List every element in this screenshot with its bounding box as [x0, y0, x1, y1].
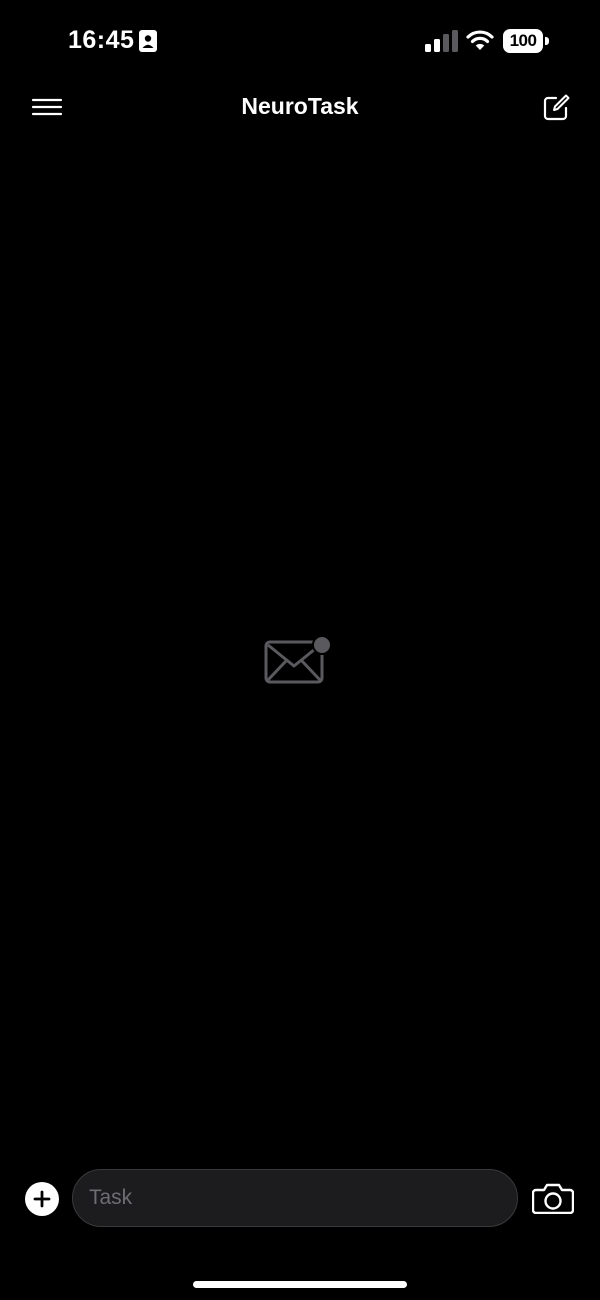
camera-button[interactable] — [531, 1180, 575, 1216]
battery-icon: 100 — [503, 29, 549, 53]
camera-icon — [532, 1183, 574, 1214]
status-bar: 16:45 100 — [0, 0, 600, 80]
plus-icon — [33, 1190, 51, 1208]
status-time: 16:45 — [68, 26, 135, 54]
add-button[interactable] — [25, 1182, 59, 1216]
compose-button[interactable] — [538, 90, 574, 126]
battery-cap — [545, 37, 549, 45]
mail-notification-icon — [264, 635, 332, 684]
page-title: NeuroTask — [241, 93, 359, 119]
task-input[interactable] — [72, 1169, 518, 1227]
compose-icon — [543, 94, 570, 121]
home-indicator — [193, 1281, 407, 1288]
cellular-signal-icon — [425, 30, 458, 52]
wifi-icon — [466, 30, 494, 50]
nav-header: NeuroTask — [0, 80, 600, 134]
battery-level: 100 — [509, 31, 537, 50]
task-composer — [0, 1168, 600, 1228]
battery-body: 100 — [503, 29, 543, 53]
id-card-icon — [139, 30, 157, 52]
